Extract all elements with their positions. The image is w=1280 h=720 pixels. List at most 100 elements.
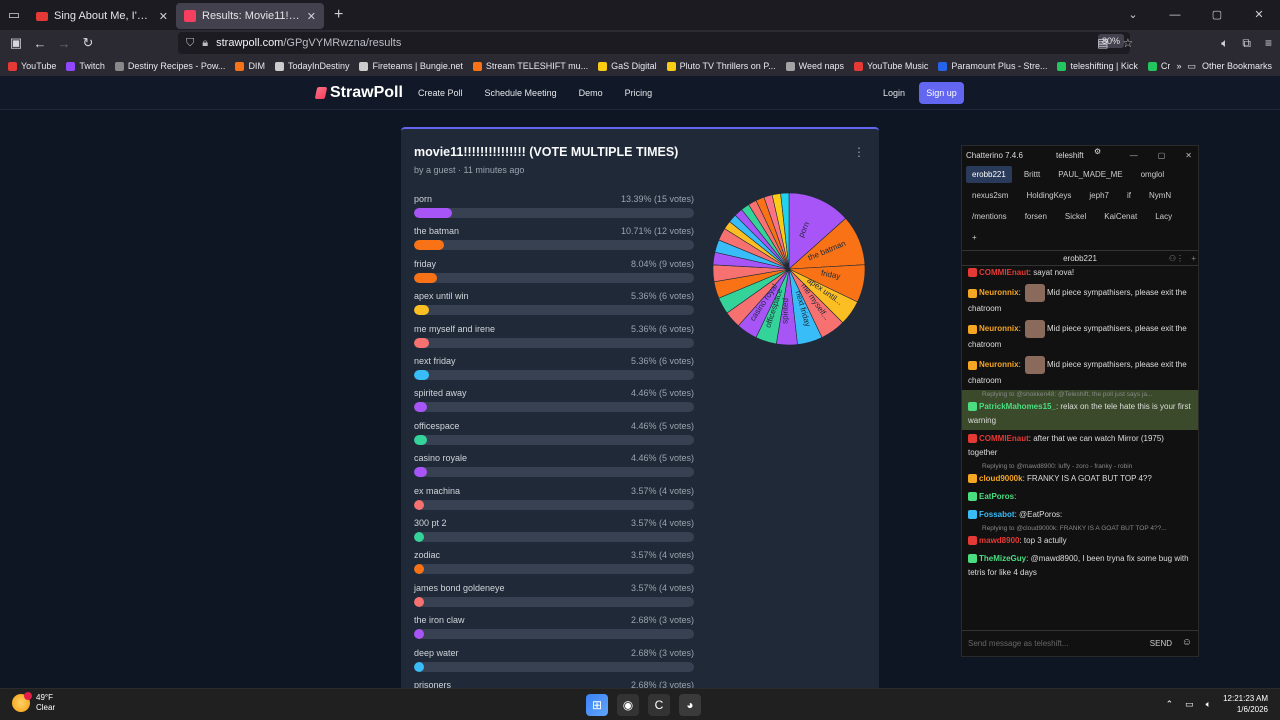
weather-widget[interactable]: 49°F Clear: [12, 692, 56, 713]
nav-demo[interactable]: Demo: [579, 88, 603, 98]
reader-view-icon[interactable]: ▤: [1097, 36, 1108, 50]
chat-username[interactable]: Neuronnix: [979, 288, 1019, 297]
bookmark-item[interactable]: Weed naps: [785, 61, 844, 71]
chat-tab[interactable]: forsen: [1019, 208, 1053, 225]
bookmark-item[interactable]: DIM: [235, 61, 265, 71]
chat-account[interactable]: teleshift: [1056, 151, 1084, 160]
bookmark-item[interactable]: Fireteams | Bungie.net: [359, 61, 463, 71]
chat-tab[interactable]: jeph7: [1083, 187, 1115, 204]
firefox-icon[interactable]: ◕: [679, 694, 701, 716]
windows-start-icon[interactable]: ⊞: [586, 694, 608, 716]
bookmark-label: teleshifting | Kick: [1070, 61, 1138, 71]
chat-username[interactable]: cloud9000k: [979, 474, 1023, 483]
chat-username[interactable]: Neuronnix: [979, 360, 1019, 369]
chat-tab[interactable]: NymN: [1143, 187, 1177, 204]
emote-picker-icon[interactable]: ☺: [1182, 637, 1192, 648]
gear-icon[interactable]: ⚙: [1094, 147, 1101, 156]
user-badge-icon: [968, 536, 977, 546]
reply-context[interactable]: Replying to @shokken48: @Teleshift, the …: [962, 390, 1198, 398]
chat-tab[interactable]: erobb221: [966, 166, 1012, 183]
close-tab-icon[interactable]: ✕: [159, 10, 168, 23]
tab-overflow-icon[interactable]: ⌄: [1112, 0, 1154, 30]
close-icon[interactable]: ✕: [1185, 151, 1192, 160]
bookmark-item[interactable]: Stream TELESHIFT mu...: [472, 61, 588, 71]
strawpoll-logo[interactable]: StrawPoll: [314, 84, 403, 102]
poll-results-card: movie11!!!!!!!!!!!!!!! (VOTE MULTIPLE TI…: [401, 127, 879, 690]
chatterino-app-icon[interactable]: C: [648, 694, 670, 716]
close-tab-icon[interactable]: ✕: [307, 10, 316, 23]
shield-icon[interactable]: ⛉: [186, 37, 194, 50]
extensions-icon[interactable]: ⧉: [1242, 36, 1251, 51]
browser-tab[interactable]: Sing About Me, I'm Dying C ✕: [28, 3, 176, 29]
bookmark-item[interactable]: TodayInDestiny: [274, 61, 349, 71]
speaker-icon[interactable]: 🔈︎: [1221, 36, 1228, 51]
chat-tab[interactable]: Sickel: [1059, 208, 1092, 225]
chat-tab[interactable]: omglol: [1135, 166, 1171, 183]
bookmark-item[interactable]: teleshifting | Kick: [1057, 61, 1138, 71]
chat-titlebar: Chatterino 7.4.6 teleshift ⚙ — ▢ ✕: [962, 146, 1198, 164]
sidebar-icon[interactable]: ▣: [4, 35, 28, 51]
bookmark-item[interactable]: Pluto TV Thrillers on P...: [666, 61, 776, 71]
poll-option: the batman 10.71% (12 votes): [414, 226, 694, 258]
tray-chevron-icon[interactable]: ⌃: [1166, 699, 1174, 710]
volume-icon[interactable]: 🔈︎: [1206, 699, 1211, 710]
bookmark-item[interactable]: Destiny Recipes - Pow...: [114, 61, 225, 71]
chat-tab[interactable]: nexus2sm: [966, 187, 1014, 204]
lock-icon[interactable]: 🔒︎: [202, 37, 208, 50]
clock[interactable]: 12:21:23 AM 1/6/2026: [1223, 693, 1268, 715]
chevron-right-icon[interactable]: »: [1176, 61, 1181, 71]
chat-input[interactable]: Send message as teleshift... SEND ☺: [962, 630, 1198, 656]
chat-username[interactable]: mawd8900: [979, 536, 1019, 545]
nav-schedule-meeting[interactable]: Schedule Meeting: [485, 88, 557, 98]
bookmark-star-icon[interactable]: ☆: [1122, 36, 1133, 50]
network-icon[interactable]: ▭: [1185, 699, 1194, 710]
maximize-icon[interactable]: ▢: [1196, 0, 1238, 30]
reply-context[interactable]: Replying to @cloud9000k: FRANKY IS A GOA…: [962, 524, 1198, 532]
chat-username[interactable]: Neuronnix: [979, 324, 1019, 333]
more-options-icon[interactable]: ⋮: [853, 145, 865, 159]
chat-tab[interactable]: /mentions: [966, 208, 1013, 225]
forward-icon[interactable]: →: [52, 36, 76, 51]
chat-username[interactable]: Fossabot: [979, 510, 1015, 519]
chat-username[interactable]: COMMIEnaut: [979, 268, 1029, 277]
chat-username[interactable]: COMMIEnaut: [979, 434, 1029, 443]
obs-icon[interactable]: ◉: [617, 694, 639, 716]
bookmark-item[interactable]: Paramount Plus - Stre...: [938, 61, 1047, 71]
chat-tab[interactable]: HoldingKeys: [1020, 187, 1077, 204]
bookmark-item[interactable]: GaS Digital: [598, 61, 657, 71]
poll-option: james bond goldeneye 3.57% (4 votes): [414, 583, 694, 615]
new-tab-icon[interactable]: +: [324, 6, 353, 24]
chat-tab[interactable]: Lacy: [1149, 208, 1178, 225]
maximize-icon[interactable]: ▢: [1158, 151, 1166, 160]
close-window-icon[interactable]: ✕: [1238, 0, 1280, 30]
bookmark-item[interactable]: YouTube: [8, 61, 56, 71]
other-bookmarks[interactable]: » ▭ Other Bookmarks: [1170, 56, 1272, 76]
weather-temp: 49°F: [36, 693, 53, 702]
menu-icon[interactable]: ≡: [1265, 36, 1272, 50]
chat-tab[interactable]: Brittt: [1018, 166, 1046, 183]
back-icon[interactable]: ←: [28, 36, 52, 51]
chat-username[interactable]: EatPoros: [979, 492, 1014, 501]
reload-icon[interactable]: ↻: [76, 35, 100, 51]
chat-username[interactable]: PatrickMahomes15_: [979, 402, 1056, 411]
reply-context[interactable]: Replying to @mawd8900: luffy - zoro - fr…: [962, 462, 1198, 470]
chat-tab[interactable]: PAUL_MADE_ME: [1052, 166, 1128, 183]
login-link[interactable]: Login: [883, 88, 905, 98]
minimize-icon[interactable]: —: [1154, 0, 1196, 30]
chat-username[interactable]: TheMizeGuy: [979, 554, 1026, 563]
browser-tab-active[interactable]: Results: Movie11!!!!!!!!!!!!!! (VOT ✕: [176, 3, 324, 29]
chat-tab[interactable]: if: [1121, 187, 1137, 204]
weather-condition: Clear: [36, 703, 56, 712]
tab-list-icon[interactable]: ▭: [0, 0, 28, 30]
add-tab-icon[interactable]: +: [966, 229, 983, 246]
bookmark-item[interactable]: Twitch: [66, 61, 105, 71]
bookmark-item[interactable]: YouTube Music: [854, 61, 928, 71]
nav-pricing[interactable]: Pricing: [625, 88, 653, 98]
minimize-icon[interactable]: —: [1130, 151, 1138, 160]
option-bar-track: [414, 337, 694, 348]
url-bar[interactable]: ⛉ 🔒︎ strawpoll.com/GPgVYMRwzna/results: [178, 32, 1130, 54]
chat-tab[interactable]: KaiCenat: [1098, 208, 1143, 225]
signup-button[interactable]: Sign up: [919, 82, 964, 104]
send-button[interactable]: SEND: [1150, 639, 1172, 648]
nav-create-poll[interactable]: Create Poll: [418, 88, 463, 98]
